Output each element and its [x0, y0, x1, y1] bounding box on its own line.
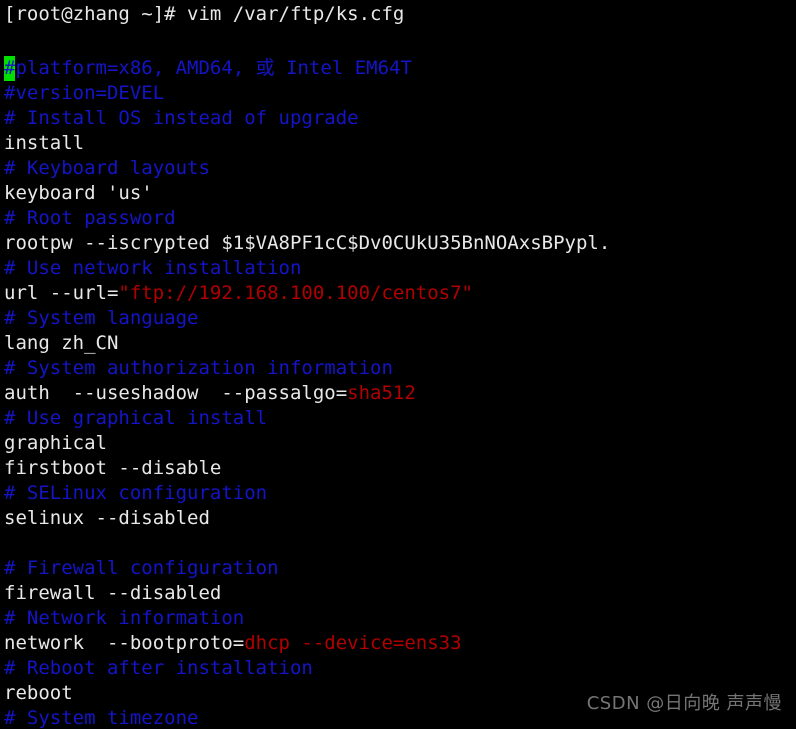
editor-line-segment: # Use graphical install: [4, 407, 268, 429]
editor-line[interactable]: graphical: [4, 431, 107, 456]
editor-line-segment: #version=DEVEL: [4, 82, 165, 104]
editor-line[interactable]: #platform=x86, AMD64, 或 Intel EM64T: [4, 56, 412, 81]
terminal-window[interactable]: [root@zhang ~]# vim /var/ftp/ks.cfg #pla…: [0, 0, 796, 729]
editor-line[interactable]: # Firewall configuration: [4, 556, 279, 581]
editor-line-segment: firewall --disabled: [4, 582, 222, 604]
editor-line[interactable]: # System language: [4, 306, 198, 331]
editor-line[interactable]: lang zh_CN: [4, 331, 118, 356]
editor-line[interactable]: # SELinux configuration: [4, 481, 267, 506]
editor-line-segment: dhcp --device=ens33: [244, 632, 462, 654]
editor-line-segment: # Install OS instead of upgrade: [4, 107, 359, 129]
editor-line[interactable]: firstboot --disable: [4, 456, 221, 481]
editor-line[interactable]: install: [4, 131, 84, 156]
editor-line[interactable]: network --bootproto=dhcp --device=ens33: [4, 631, 462, 656]
editor-line-segment: # Keyboard layouts: [4, 157, 210, 179]
editor-line-segment: auth --useshadow --passalgo=: [4, 382, 348, 404]
editor-line[interactable]: # Network information: [4, 606, 244, 631]
csdn-watermark: CSDN @日向晚 声声慢: [586, 693, 782, 714]
editor-line-segment: # Firewall configuration: [4, 557, 279, 579]
editor-line-segment: keyboard 'us': [4, 182, 153, 204]
editor-line[interactable]: # Root password: [4, 206, 176, 231]
editor-line-segment: # Use network installation: [4, 257, 302, 279]
editor-line[interactable]: selinux --disabled: [4, 506, 210, 531]
shell-prompt-line: [root@zhang ~]# vim /var/ftp/ks.cfg: [4, 3, 405, 25]
editor-line-segment: lang zh_CN: [4, 332, 119, 354]
editor-line-segment: graphical: [4, 432, 107, 454]
editor-line[interactable]: reboot: [4, 681, 73, 706]
editor-line[interactable]: # Keyboard layouts: [4, 156, 210, 181]
editor-line-segment: # System timezone: [4, 707, 199, 729]
editor-line-segment: # Reboot after installation: [4, 657, 313, 679]
editor-line-segment: platform=x86, AMD64, 或 Intel EM64T: [15, 57, 412, 79]
editor-line-segment: sha512: [347, 382, 416, 404]
vim-block-cursor[interactable]: #: [4, 56, 16, 81]
editor-line-segment: install: [4, 132, 85, 154]
editor-line-segment: # Root password: [4, 207, 176, 229]
editor-line-segment: # System language: [4, 307, 199, 329]
editor-line-segment: reboot: [4, 682, 73, 704]
editor-line-segment: # SELinux configuration: [4, 482, 268, 504]
editor-line-segment: firstboot --disable: [4, 457, 222, 479]
editor-line-segment: "ftp://192.168.100.100/centos7": [118, 282, 473, 304]
editor-line[interactable]: keyboard 'us': [4, 181, 153, 206]
editor-line-segment: # Network information: [4, 607, 245, 629]
editor-line[interactable]: # System authorization information: [4, 356, 393, 381]
editor-line-segment: selinux --disabled: [4, 507, 210, 529]
editor-line[interactable]: #version=DEVEL: [4, 81, 164, 106]
editor-line-segment: network --bootproto=: [4, 632, 245, 654]
editor-line[interactable]: url --url="ftp://192.168.100.100/centos7…: [4, 281, 473, 306]
editor-line[interactable]: firewall --disabled: [4, 581, 221, 606]
editor-line-segment: rootpw --iscrypted $1$VA8PF1cC$Dv0CUkU35…: [4, 232, 611, 254]
editor-line[interactable]: # Use network installation: [4, 256, 301, 281]
editor-line[interactable]: # Reboot after installation: [4, 656, 313, 681]
editor-line[interactable]: # System timezone: [4, 706, 198, 729]
editor-line[interactable]: # Use graphical install: [4, 406, 267, 431]
editor-line[interactable]: # Install OS instead of upgrade: [4, 106, 359, 131]
editor-line-segment: # System authorization information: [4, 357, 393, 379]
editor-line-segment: url --url=: [4, 282, 119, 304]
editor-line[interactable]: auth --useshadow --passalgo=sha512: [4, 381, 416, 406]
editor-line[interactable]: rootpw --iscrypted $1$VA8PF1cC$Dv0CUkU35…: [4, 231, 610, 256]
